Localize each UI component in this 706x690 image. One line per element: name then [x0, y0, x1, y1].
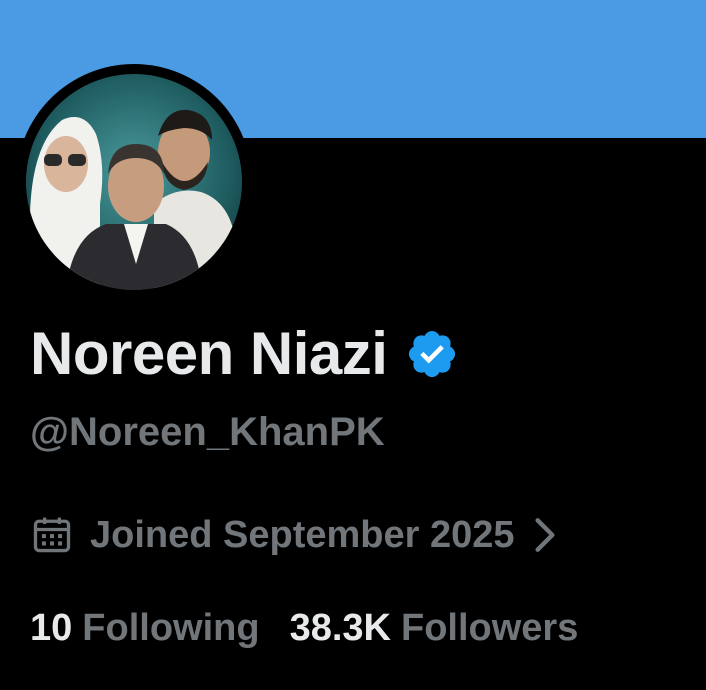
- followers-label: Followers: [400, 607, 579, 649]
- avatar[interactable]: [26, 74, 242, 290]
- profile-header: Noreen Niazi @Noreen_KhanPK Joined Septe…: [0, 0, 706, 690]
- following-count: 10: [30, 607, 73, 649]
- verified-badge-icon[interactable]: [405, 327, 459, 381]
- joined-date-row[interactable]: Joined September 2025: [30, 508, 561, 562]
- name-row: Noreen Niazi: [30, 318, 459, 390]
- following-label: Following: [82, 607, 260, 649]
- follow-stats: 10 Following 38.3K Followers: [30, 600, 578, 656]
- calendar-icon: [30, 513, 74, 557]
- display-name: Noreen Niazi: [30, 320, 388, 387]
- profile-handle: @Noreen_KhanPK: [30, 410, 385, 454]
- chevron-right-icon: [529, 513, 561, 557]
- followers-count: 38.3K: [289, 607, 391, 649]
- followers-link[interactable]: 38.3K Followers: [290, 600, 579, 656]
- avatar-border: [16, 64, 252, 300]
- joined-date-text: Joined September 2025: [90, 514, 515, 556]
- following-link[interactable]: 10 Following: [30, 600, 260, 656]
